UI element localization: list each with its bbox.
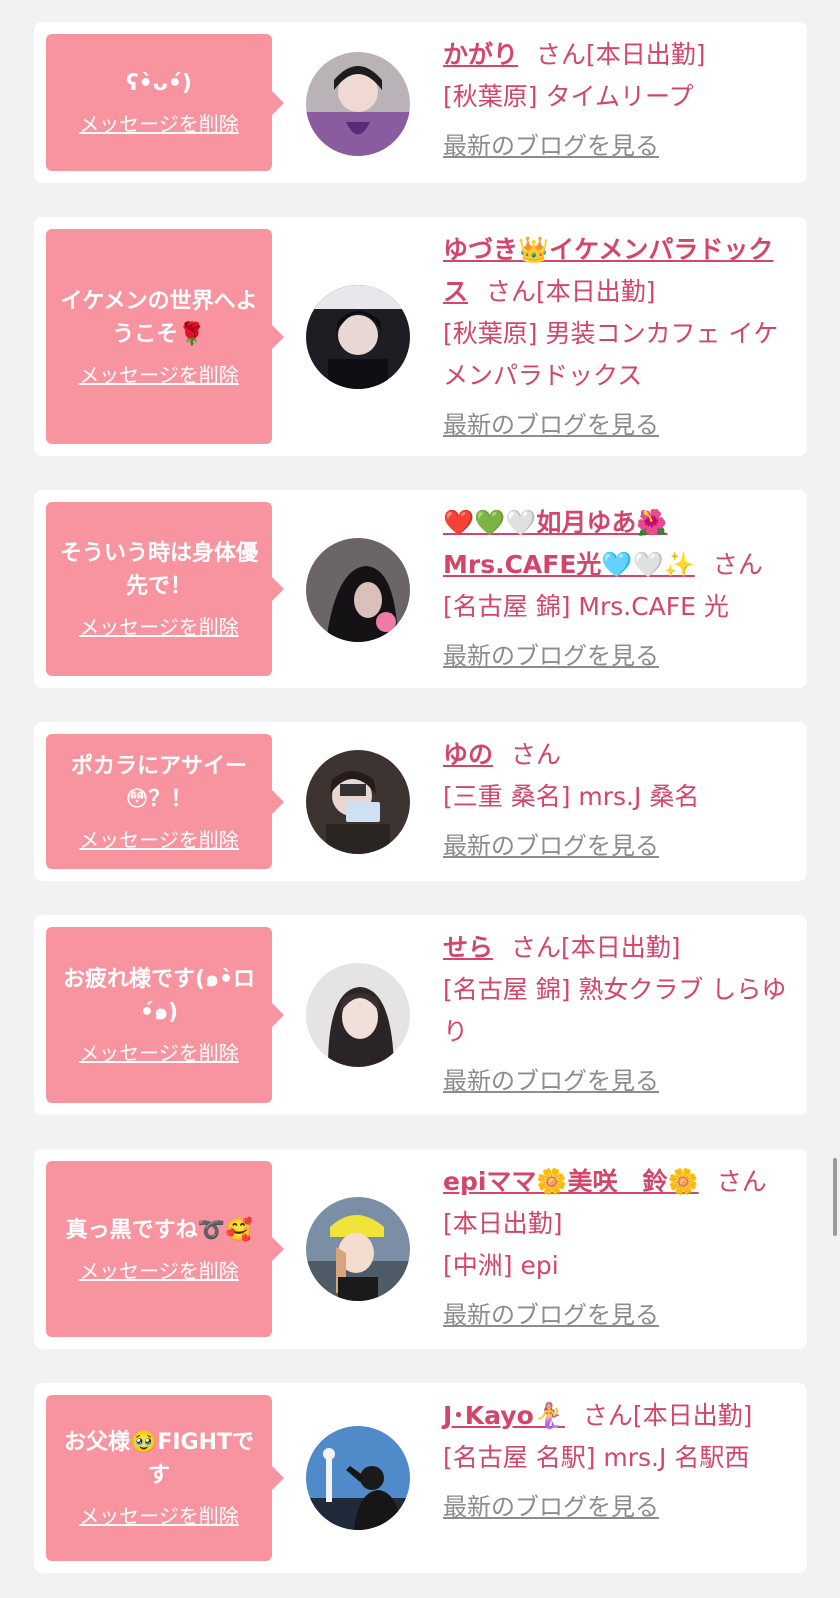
latest-blog-link[interactable]: 最新のブログを見る <box>443 128 659 164</box>
delete-message-link[interactable]: メッセージを削除 <box>79 1039 239 1067</box>
avatar[interactable] <box>306 52 410 156</box>
san-suffix: さん <box>582 1401 633 1430</box>
message-bubble: ʕ•̀ᴗ•́) メッセージを削除 <box>46 34 284 171</box>
cast-name-link[interactable]: epiママ🌼美咲 鈴🌼 <box>443 1167 699 1196</box>
avatar[interactable] <box>306 750 410 854</box>
shop-name: [中洲] epi <box>443 1251 559 1280</box>
san-suffix: さん <box>716 1167 767 1196</box>
work-status: [本日出勤] <box>536 277 656 306</box>
latest-blog-link[interactable]: 最新のブログを見る <box>443 638 659 674</box>
avatar[interactable] <box>306 538 410 642</box>
avatar[interactable] <box>306 285 410 389</box>
cast-info: ゆの さん [三重 桑名] mrs.J 桑名 最新のブログを見る <box>443 734 788 864</box>
cast-name-link[interactable]: かがり <box>443 40 518 69</box>
message-bubble: そういう時は身体優先で！ メッセージを削除 <box>46 502 284 676</box>
cast-name-link[interactable]: J･Kayo🧜‍♀️ <box>443 1401 565 1430</box>
scrollbar[interactable] <box>833 1158 837 1236</box>
san-suffix: さん <box>486 277 537 306</box>
work-status: [本日出勤] <box>443 1209 563 1238</box>
message-bubble: 真っ黒ですね➰🥰 メッセージを削除 <box>46 1161 284 1337</box>
message-bubble: イケメンの世界へようこそ🌹 メッセージを削除 <box>46 229 284 444</box>
shop-name: [名古屋 錦] Mrs.CAFE 光 <box>443 592 729 621</box>
cast-name-link[interactable]: ゆの <box>443 740 493 769</box>
cast-info: J･Kayo🧜‍♀️ さん[本日出勤] [名古屋 名駅] mrs.J 名駅西 最新… <box>443 1395 788 1525</box>
shop-name: [三重 桑名] mrs.J 桑名 <box>443 782 700 811</box>
message-card: ʕ•̀ᴗ•́) メッセージを削除 かがり さん[本日出勤] [秋葉原] タイムリー… <box>34 22 807 183</box>
delete-message-link[interactable]: メッセージを削除 <box>79 361 239 389</box>
san-suffix: さん <box>536 40 587 69</box>
latest-blog-link[interactable]: 最新のブログを見る <box>443 1489 659 1525</box>
delete-message-link[interactable]: メッセージを削除 <box>79 110 239 138</box>
san-suffix: さん <box>712 550 763 579</box>
message-bubble: ポカラにアサイー😳？！ メッセージを削除 <box>46 734 284 869</box>
cast-info: ゆづき👑イケメンパラドックス さん[本日出勤] [秋葉原] 男装コンカフェ イケメ… <box>443 229 788 443</box>
delete-message-link[interactable]: メッセージを削除 <box>79 1257 239 1285</box>
latest-blog-link[interactable]: 最新のブログを見る <box>443 828 659 864</box>
message-card: お父様🥹FIGHTです メッセージを削除 J･Kayo🧜‍♀️ さん[本日出勤] … <box>34 1383 807 1573</box>
shop-name: [名古屋 名駅] mrs.J 名駅西 <box>443 1443 750 1472</box>
message-text: お父様🥹FIGHTです <box>63 1430 255 1488</box>
message-card: 真っ黒ですね➰🥰 メッセージを削除 epiママ🌼美咲 鈴🌼 さん [本日出勤] [… <box>34 1149 807 1349</box>
delete-message-link[interactable]: メッセージを削除 <box>79 613 239 641</box>
avatar[interactable] <box>306 1426 410 1530</box>
cast-name-link[interactable]: せら <box>443 933 493 962</box>
message-card: そういう時は身体優先で！ メッセージを削除 ❤️💚🤍如月ゆあ🌺Mrs.CAFE光… <box>34 490 807 688</box>
delete-message-link[interactable]: メッセージを削除 <box>79 1502 239 1530</box>
cast-info: かがり さん[本日出勤] [秋葉原] タイムリープ 最新のブログを見る <box>443 34 788 164</box>
cast-info: epiママ🌼美咲 鈴🌼 さん [本日出勤] [中洲] epi 最新のブログを見る <box>443 1161 788 1333</box>
message-card: イケメンの世界へようこそ🌹 メッセージを削除 ゆづき👑イケメンパラドックス さん[… <box>34 217 807 456</box>
shop-name: [名古屋 錦] 熟女クラブ しらゆり <box>443 975 787 1046</box>
work-status: [本日出勤] <box>561 933 681 962</box>
cast-info: せら さん[本日出勤] [名古屋 錦] 熟女クラブ しらゆり 最新のブログを見る <box>443 927 788 1099</box>
avatar[interactable] <box>306 1197 410 1301</box>
message-text: ポカラにアサイー😳？！ <box>70 753 247 812</box>
message-bubble: お疲れ様です(๑•̀ロ•́๑) メッセージを削除 <box>46 927 284 1103</box>
shop-name: [秋葉原] タイムリープ <box>443 82 694 111</box>
work-status: [本日出勤] <box>632 1401 753 1430</box>
message-text: イケメンの世界へようこそ🌹 <box>60 288 258 347</box>
shop-name: [秋葉原] 男装コンカフェ イケメンパラドックス <box>443 319 779 390</box>
cast-info: ❤️💚🤍如月ゆあ🌺Mrs.CAFE光🩵🤍✨ さん [名古屋 錦] Mrs.CAFE… <box>443 502 788 674</box>
message-text: お疲れ様です(๑•̀ロ•́๑) <box>62 967 256 1025</box>
latest-blog-link[interactable]: 最新のブログを見る <box>443 407 659 443</box>
message-text: ʕ•̀ᴗ•́) <box>126 71 192 96</box>
message-text: そういう時は身体優先で！ <box>59 541 258 599</box>
san-suffix: さん <box>511 740 562 769</box>
work-status: [本日出勤] <box>586 40 706 69</box>
latest-blog-link[interactable]: 最新のブログを見る <box>443 1063 659 1099</box>
message-bubble: お父様🥹FIGHTです メッセージを削除 <box>46 1395 284 1561</box>
message-card: ポカラにアサイー😳？！ メッセージを削除 ゆの さん [三重 桑名] mrs.J … <box>34 722 807 881</box>
delete-message-link[interactable]: メッセージを削除 <box>79 826 239 854</box>
message-text: 真っ黒ですね➰🥰 <box>65 1217 253 1243</box>
cast-name-link[interactable]: ❤️💚🤍如月ゆあ🌺Mrs.CAFE光🩵🤍✨ <box>443 508 695 579</box>
message-card: お疲れ様です(๑•̀ロ•́๑) メッセージを削除 せら さん[本日出勤] [名古屋… <box>34 915 807 1115</box>
avatar[interactable] <box>306 963 410 1067</box>
latest-blog-link[interactable]: 最新のブログを見る <box>443 1297 659 1333</box>
san-suffix: さん <box>511 933 562 962</box>
